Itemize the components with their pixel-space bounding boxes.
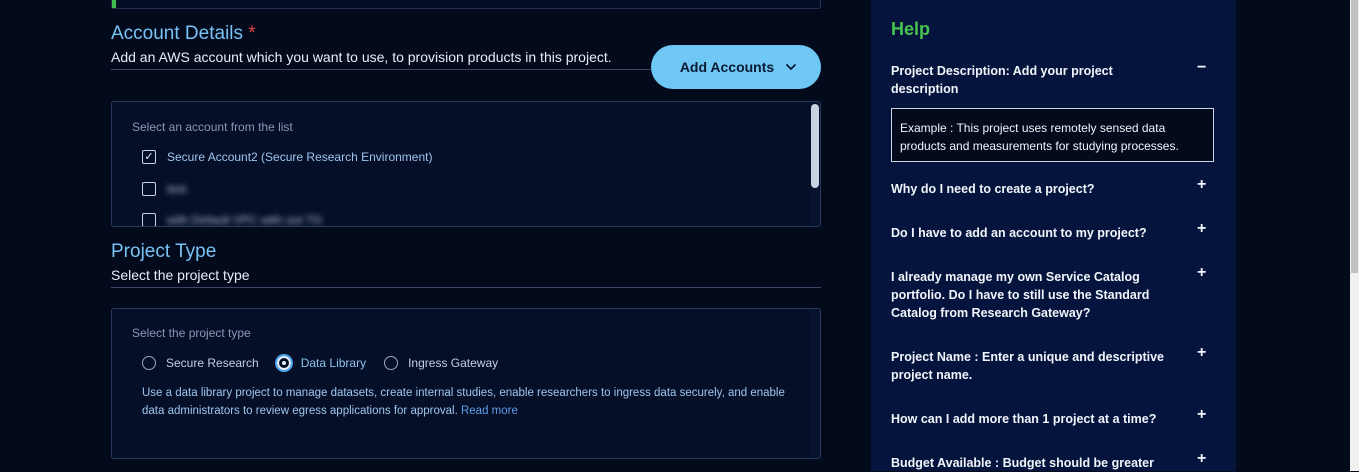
account-option-label: Secure Account2 (Secure Research Environ…: [167, 150, 433, 164]
faq-question[interactable]: How can I add more than 1 project at a t…: [891, 410, 1181, 428]
account-checkbox-checked[interactable]: ✓: [142, 150, 156, 164]
radio-ingress-gateway[interactable]: Ingress Gateway: [384, 356, 498, 370]
project-type-subtitle: Select the project type: [111, 267, 250, 283]
faq-question[interactable]: Project Name : Enter a unique and descri…: [891, 348, 1181, 384]
radio-label: Ingress Gateway: [408, 356, 499, 370]
faq-question[interactable]: Why do I need to create a project?: [891, 180, 1181, 198]
account-details-subtitle: Add an AWS account which you want to use…: [111, 49, 612, 65]
progress-indicator: [112, 0, 116, 8]
faq-question[interactable]: Do I have to add an account to my projec…: [891, 224, 1181, 242]
read-more-link[interactable]: Read more: [461, 405, 518, 417]
radio-data-library[interactable]: Data Library: [276, 356, 367, 370]
faq-answer: Example : This project uses remotely sen…: [891, 108, 1214, 162]
account-list-label: Select an account from the list: [132, 120, 293, 134]
faq-question[interactable]: I already manage my own Service Catalog …: [891, 268, 1181, 322]
account-option[interactable]: with Default VPC with out TG: [142, 213, 323, 227]
project-type-title: Project Type: [111, 241, 217, 262]
account-checkbox[interactable]: [142, 182, 156, 196]
expand-icon[interactable]: +: [1197, 450, 1206, 468]
help-panel: Help Project Description: Add your proje…: [871, 0, 1236, 471]
required-mark: *: [248, 23, 256, 44]
account-list-scrollbar[interactable]: [810, 102, 820, 226]
previous-section-box: [111, 0, 821, 9]
page-scrollbar[interactable]: [1350, 0, 1359, 471]
radio-label: Data Library: [300, 356, 367, 370]
radio-label: Secure Research: [166, 356, 259, 370]
project-type-divider: [111, 287, 821, 288]
account-option[interactable]: test: [142, 182, 186, 196]
account-option-label: with Default VPC with out TG: [167, 213, 323, 227]
chevron-down-icon: [786, 64, 797, 70]
radio-button[interactable]: [384, 356, 399, 370]
account-details-title-text: Account Details: [111, 23, 244, 44]
radio-button-selected[interactable]: [276, 356, 291, 370]
expand-icon[interactable]: +: [1197, 176, 1206, 194]
radio-secure-research[interactable]: Secure Research: [142, 356, 259, 370]
account-option[interactable]: ✓ Secure Account2 (Secure Research Envir…: [142, 150, 432, 164]
project-type-radio-group: Secure Research Data Library Ingress Gat…: [142, 356, 516, 370]
account-list-panel: Select an account from the list ✓ Secure…: [111, 101, 821, 227]
collapse-icon[interactable]: −: [1197, 59, 1206, 77]
account-checkbox[interactable]: [142, 213, 156, 226]
project-type-description: Use a data library project to manage dat…: [142, 384, 792, 420]
expand-icon[interactable]: +: [1197, 264, 1206, 282]
help-title: Help: [891, 19, 931, 39]
account-list-scroll-thumb[interactable]: [811, 104, 819, 188]
account-details-title: Account Details *: [111, 23, 256, 45]
expand-icon[interactable]: +: [1197, 344, 1206, 362]
add-accounts-button[interactable]: Add Accounts: [651, 45, 821, 89]
project-type-panel: Select the project type Secure Research …: [111, 308, 821, 459]
project-type-panel-label: Select the project type: [132, 326, 251, 340]
expand-icon[interactable]: +: [1197, 406, 1206, 424]
project-type-scrollbar[interactable]: [810, 309, 820, 458]
faq-question[interactable]: Project Description: Add your project de…: [891, 62, 1181, 98]
account-option-label: test: [167, 182, 187, 196]
page-scroll-thumb[interactable]: [1351, 0, 1358, 273]
account-details-divider: [111, 69, 651, 70]
expand-icon[interactable]: +: [1197, 220, 1206, 238]
faq-question[interactable]: Budget Available : Budget should be grea…: [891, 454, 1181, 472]
radio-button[interactable]: [142, 356, 156, 370]
add-accounts-label: Add Accounts: [679, 59, 775, 75]
